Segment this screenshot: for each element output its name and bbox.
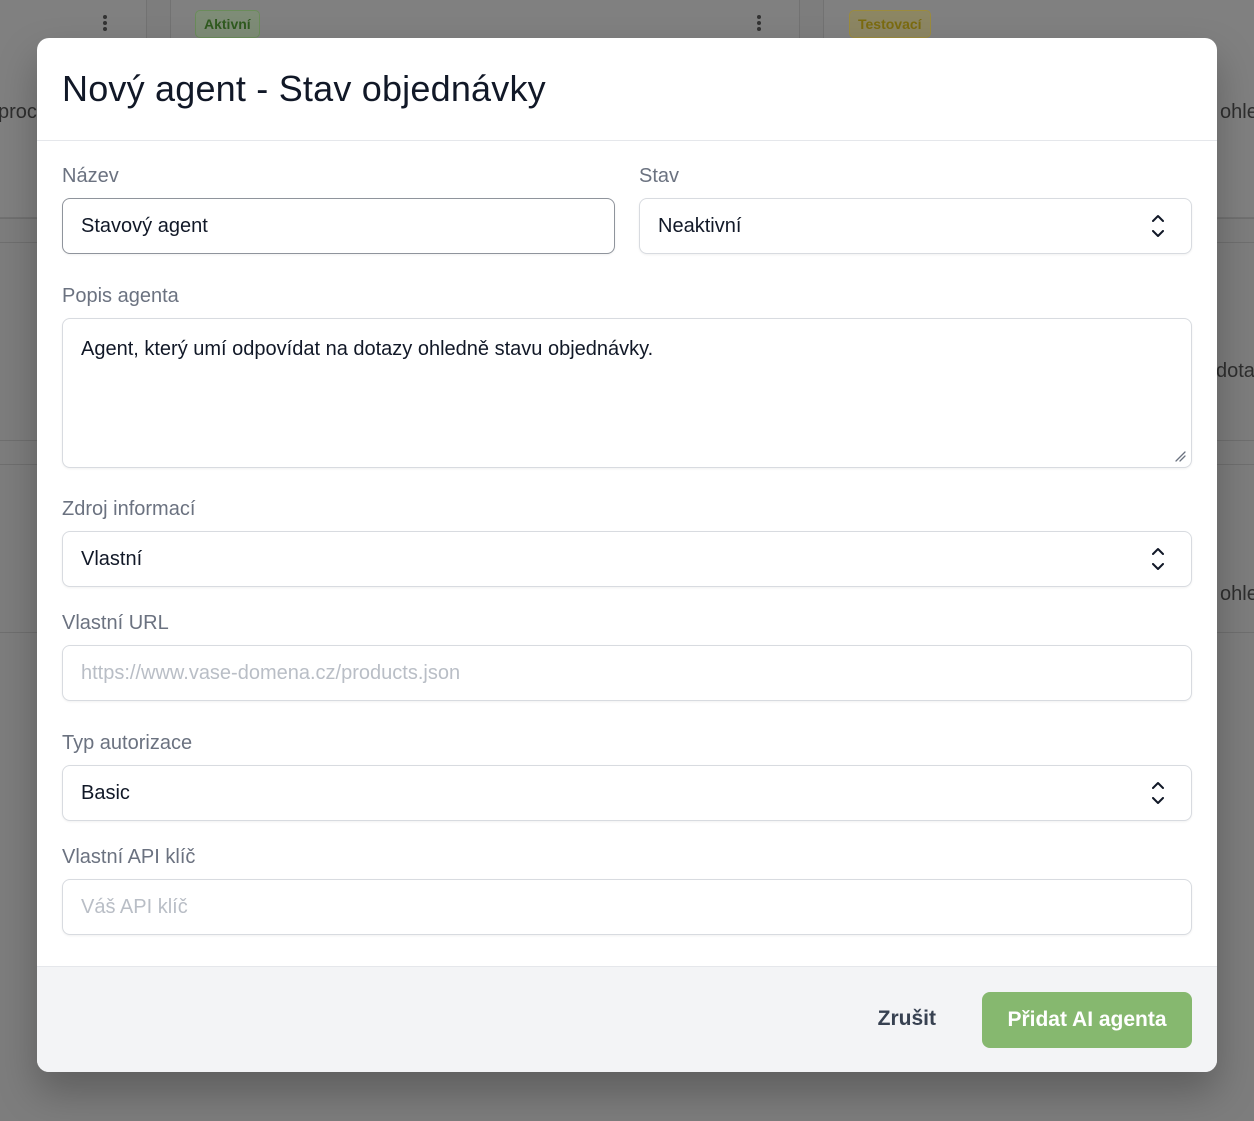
source-label: Zdroj informací [62,498,196,520]
new-agent-dialog: Nový agent - Stav objednávky Název Stavo… [37,38,1217,1072]
chevron-up-down-icon [1151,781,1165,805]
custom-url-placeholder: https://www.vase-domena.cz/products.json [81,661,461,684]
api-key-label: Vlastní API klíč [62,846,196,868]
api-key-input[interactable]: Váš API klíč [62,879,1192,935]
name-input-value: Stavový agent [81,214,208,237]
custom-url-label: Vlastní URL [62,612,169,634]
auth-type-select[interactable]: Basic [62,765,1192,821]
dialog-header: Nový agent - Stav objednávky [37,38,1217,141]
dialog-title: Nový agent - Stav objednávky [62,68,546,109]
description-textarea[interactable]: Agent, který umí odpovídat na dotazy ohl… [62,318,1192,468]
dialog-footer: Zrušit Přidat AI agenta [37,966,1217,1072]
api-key-placeholder: Váš API klíč [81,895,188,918]
auth-type-label: Typ autorizace [62,732,193,754]
more-options-icon[interactable] [103,15,107,31]
chevron-up-down-icon [1151,214,1165,238]
auth-type-select-value: Basic [81,781,130,804]
source-select[interactable]: Vlastní [62,531,1192,587]
description-label: Popis agenta [62,285,179,307]
background-text-fragment: ohle [1220,583,1254,605]
name-input[interactable]: Stavový agent [62,198,615,254]
custom-url-input[interactable]: https://www.vase-domena.cz/products.json [62,645,1192,701]
dialog-body: Název Stavový agent Stav Neaktivní Popis… [37,141,1217,966]
resize-handle-icon[interactable] [1174,450,1186,462]
background-text-fragment: ohle [1220,101,1254,123]
chevron-up-down-icon [1151,547,1165,571]
description-textarea-value: Agent, který umí odpovídat na dotazy ohl… [81,338,654,360]
source-select-value: Vlastní [81,547,143,570]
background-text-fragment: dota [1216,360,1254,382]
status-select-value: Neaktivní [658,214,742,237]
status-badge: Aktivní [195,10,260,38]
more-options-icon[interactable] [757,15,761,31]
cancel-button[interactable]: Zrušit [872,997,942,1041]
status-label: Stav [639,165,680,187]
status-select[interactable]: Neaktivní [639,198,1192,254]
name-label: Název [62,165,119,187]
background-text-fragment: proc [0,101,37,123]
status-badge: Testovací [849,10,931,38]
add-ai-agent-button[interactable]: Přidat AI agenta [982,992,1192,1048]
